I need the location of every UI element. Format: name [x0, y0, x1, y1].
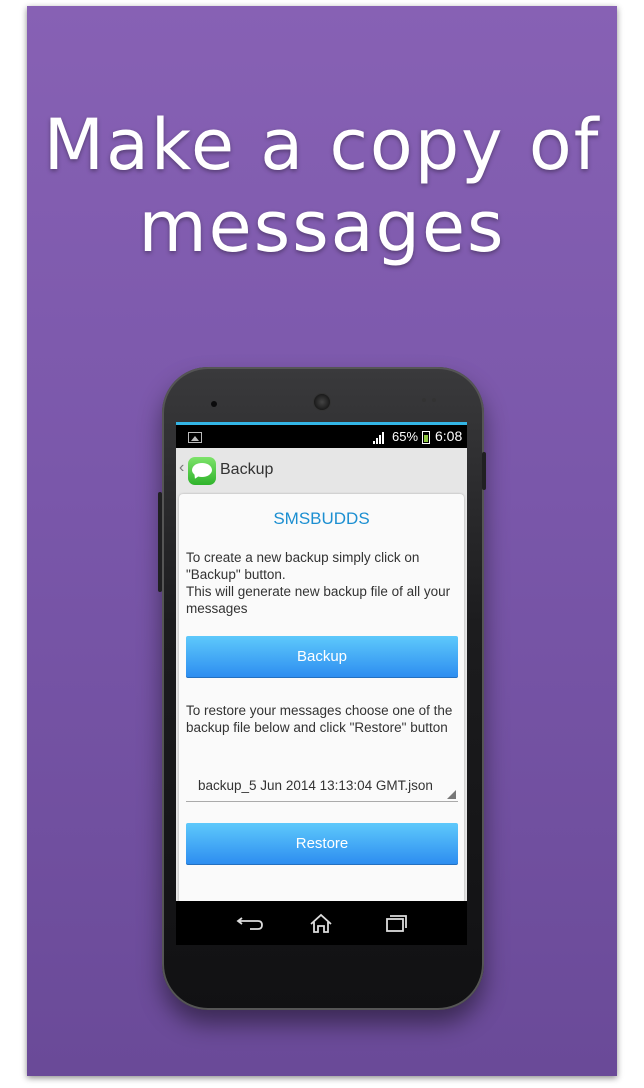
- restore-button[interactable]: Restore: [186, 823, 458, 865]
- back-icon[interactable]: [228, 909, 274, 937]
- navigation-bar: [176, 901, 467, 945]
- messages-app-icon[interactable]: [188, 457, 216, 485]
- headline-line-1: Make a copy of: [43, 104, 601, 186]
- volume-button: [158, 492, 162, 592]
- home-icon[interactable]: [298, 909, 344, 937]
- proximity-sensor-2: [432, 398, 436, 402]
- backup-file-selected: backup_5 Jun 2014 13:13:04 GMT.json: [198, 778, 433, 793]
- backup-button[interactable]: Backup: [186, 636, 458, 678]
- screen-title: Backup: [220, 461, 274, 478]
- signal-icon: [373, 432, 387, 444]
- restore-instructions: To restore your messages choose one of t…: [186, 703, 453, 735]
- front-camera: [313, 393, 331, 411]
- spinner-dropdown-icon: [447, 790, 456, 799]
- backup-file-spinner[interactable]: backup_5 Jun 2014 13:13:04 GMT.json: [186, 771, 458, 802]
- status-time: 6:08: [435, 428, 463, 444]
- backup-instructions-line-2: This will generate new backup file of al…: [186, 584, 451, 616]
- backup-card: SMSBUDDS To create a new backup simply c…: [179, 494, 464, 904]
- status-bar: 65% 6:08: [176, 422, 467, 448]
- brand-title: SMSBUDDS: [273, 509, 370, 528]
- power-button: [482, 452, 486, 490]
- headline-line-2: messages: [138, 186, 506, 268]
- phone-screen: 65% 6:08 ‹ Backup SMSBUDDS To create a n…: [176, 422, 467, 945]
- backup-instructions: To create a new backup simply click on "…: [186, 549, 458, 617]
- action-bar[interactable]: ‹ Backup: [176, 448, 467, 494]
- promo-headline: Make a copy of messages: [0, 104, 644, 268]
- recents-icon[interactable]: [372, 909, 418, 937]
- proximity-sensor: [422, 398, 426, 402]
- front-sensor: [211, 401, 217, 407]
- battery-icon: [422, 431, 430, 444]
- battery-percent: 65%: [392, 429, 419, 444]
- up-caret-icon[interactable]: ‹: [179, 459, 184, 477]
- image-notification-icon: [188, 432, 202, 443]
- backup-instructions-line-1: To create a new backup simply click on "…: [186, 550, 420, 582]
